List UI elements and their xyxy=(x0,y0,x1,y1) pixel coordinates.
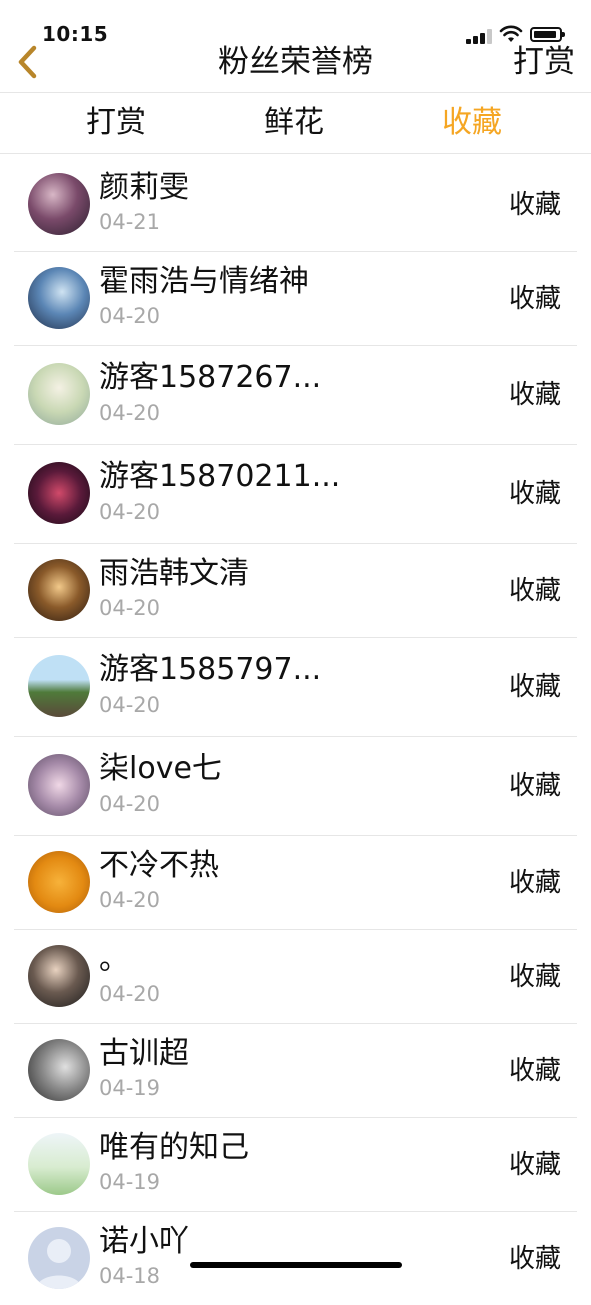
avatar xyxy=(28,1039,90,1101)
date: 04-20 xyxy=(99,304,161,328)
action-label: 收藏 xyxy=(508,672,561,702)
date: 04-21 xyxy=(99,210,161,234)
date: 04-20 xyxy=(99,888,161,912)
avatar xyxy=(28,559,90,621)
user-name: 唯有的知己 xyxy=(99,1130,249,1165)
tab-reward[interactable]: 打赏 xyxy=(46,93,186,153)
list-item[interactable]: 游客15870211... 04-20 收藏 xyxy=(14,445,577,544)
tab-flowers[interactable]: 鲜花 xyxy=(224,93,364,153)
tab-bar: 打赏 鲜花 收藏 xyxy=(0,92,591,154)
avatar xyxy=(28,1133,90,1195)
date: 04-20 xyxy=(99,596,161,620)
user-name: 雨浩韩文清 xyxy=(99,556,249,591)
tab-favorites[interactable]: 收藏 xyxy=(402,93,542,153)
list-item[interactable]: 雨浩韩文清 04-20 收藏 xyxy=(14,544,577,638)
list-item[interactable]: 柒love七 04-20 收藏 xyxy=(14,737,577,836)
date: 04-19 xyxy=(99,1170,161,1194)
action-label: 收藏 xyxy=(508,868,561,898)
page-title: 粉丝荣誉榜 xyxy=(218,44,373,80)
nav-bar: 粉丝荣誉榜 打赏 xyxy=(0,44,591,92)
action-label: 收藏 xyxy=(508,1244,561,1274)
avatar xyxy=(28,267,90,329)
action-label: 收藏 xyxy=(508,479,561,509)
user-name: 不冷不热 xyxy=(99,848,219,883)
wifi-icon xyxy=(499,25,523,42)
date: 04-20 xyxy=(99,693,161,717)
user-name: 颜莉雯 xyxy=(99,170,189,205)
list-item[interactable]: 古训超 04-19 收藏 xyxy=(14,1024,577,1118)
avatar xyxy=(28,655,90,717)
list-item[interactable]: 诺小吖 04-18 收藏 xyxy=(14,1212,577,1305)
user-name: 霍雨浩与情绪神 xyxy=(99,264,309,299)
action-label: 收藏 xyxy=(508,380,561,410)
user-name: 游客1585797... xyxy=(99,652,322,687)
avatar xyxy=(28,754,90,816)
list-item[interactable]: 霍雨浩与情绪神 04-20 收藏 xyxy=(14,252,577,346)
status-bar: 10:15 xyxy=(0,0,591,48)
fan-list: 颜莉雯 04-21 收藏 霍雨浩与情绪神 04-20 收藏 游客1587267.… xyxy=(0,158,591,1305)
user-name: 诺小吖 xyxy=(99,1224,189,1259)
avatar xyxy=(28,851,90,913)
action-label: 收藏 xyxy=(508,962,561,992)
user-name: 游客1587267... xyxy=(99,360,322,395)
user-name: 。 xyxy=(99,942,129,977)
avatar xyxy=(28,363,90,425)
user-name: 游客15870211... xyxy=(99,459,341,494)
action-label: 收藏 xyxy=(508,190,561,220)
user-name: 柒love七 xyxy=(99,751,222,786)
action-label: 收藏 xyxy=(508,1150,561,1180)
user-name: 古训超 xyxy=(99,1036,189,1071)
list-item[interactable]: 唯有的知己 04-19 收藏 xyxy=(14,1118,577,1212)
avatar xyxy=(28,945,90,1007)
action-label: 收藏 xyxy=(508,576,561,606)
list-item[interactable]: 颜莉雯 04-21 收藏 xyxy=(14,158,577,252)
date: 04-19 xyxy=(99,1076,161,1100)
home-indicator xyxy=(190,1262,402,1268)
avatar xyxy=(28,173,90,235)
battery-icon xyxy=(530,27,565,42)
date: 04-20 xyxy=(99,401,161,425)
action-label: 收藏 xyxy=(508,771,561,801)
date: 04-20 xyxy=(99,982,161,1006)
list-item[interactable]: 游客1585797... 04-20 收藏 xyxy=(14,638,577,737)
avatar xyxy=(28,462,90,524)
reward-button[interactable]: 打赏 xyxy=(513,42,575,82)
list-item[interactable]: 。 04-20 收藏 xyxy=(14,930,577,1024)
date: 04-18 xyxy=(99,1264,161,1288)
date: 04-20 xyxy=(99,500,161,524)
list-item[interactable]: 游客1587267... 04-20 收藏 xyxy=(14,346,577,445)
action-label: 收藏 xyxy=(508,1056,561,1086)
date: 04-20 xyxy=(99,792,161,816)
action-label: 收藏 xyxy=(508,284,561,314)
list-item[interactable]: 不冷不热 04-20 收藏 xyxy=(14,836,577,930)
